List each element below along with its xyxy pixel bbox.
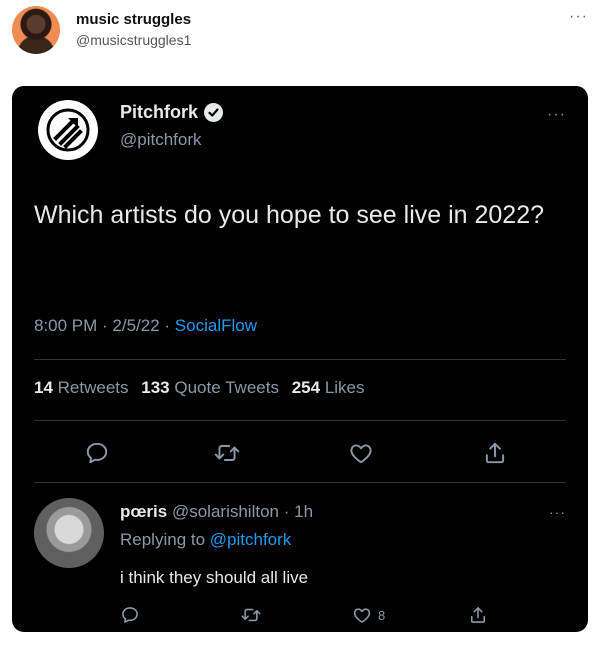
retweet-button[interactable] — [240, 602, 262, 628]
divider — [34, 482, 566, 483]
reply-button[interactable] — [120, 602, 140, 628]
replying-to-prefix: Replying to — [120, 530, 210, 549]
tweet-stats: 14 Retweets 133 Quote Tweets 254 Likes — [34, 378, 373, 398]
reply-header: pœris @solarishilton · 1h — [120, 502, 313, 522]
meta-separator: · — [97, 316, 113, 335]
verified-badge-icon — [204, 103, 224, 122]
tweet-source-link[interactable]: SocialFlow — [175, 316, 257, 335]
share-icon — [485, 442, 505, 464]
meta-separator: · — [159, 316, 175, 335]
quoted-tweet-card: Pitchfork @pitchfork ··· Which artists d… — [12, 86, 588, 632]
tweet-action-bar — [12, 438, 588, 468]
pitchfork-handle[interactable]: @pitchfork — [120, 130, 202, 150]
retweet-icon — [214, 445, 240, 461]
likes-count: 254 — [291, 378, 321, 397]
tweet-time[interactable]: 8:00 PM — [34, 316, 97, 335]
quotes-count: 133 — [141, 378, 170, 397]
reply-avatar[interactable] — [34, 498, 104, 568]
likes-stat[interactable]: 254 Likes — [292, 378, 365, 397]
more-options-icon[interactable]: ··· — [569, 8, 588, 26]
retweet-button[interactable] — [212, 438, 242, 468]
reply-icon — [86, 442, 108, 464]
pitchfork-logo-icon — [46, 108, 90, 152]
pitchfork-display-name[interactable]: Pitchfork — [120, 102, 224, 123]
quotes-label: Quote Tweets — [174, 378, 279, 397]
like-count: 8 — [378, 607, 386, 623]
avatar[interactable] — [12, 6, 60, 54]
outer-tweet-header: music struggles @musicstruggles1 ··· — [0, 0, 600, 80]
heart-icon — [353, 608, 371, 623]
likes-label: Likes — [324, 378, 365, 397]
divider — [34, 359, 566, 360]
display-name-text: Pitchfork — [120, 102, 199, 122]
mention-link[interactable]: @pitchfork — [210, 530, 292, 549]
quote-tweets-stat[interactable]: 133 Quote Tweets — [141, 378, 279, 397]
divider — [34, 420, 566, 421]
retweets-label: Retweets — [57, 378, 129, 397]
more-options-icon[interactable]: ··· — [549, 504, 566, 520]
retweets-stat[interactable]: 14 Retweets — [34, 378, 129, 397]
heart-icon — [350, 444, 372, 464]
tweet-metadata: 8:00 PM · 2/5/22 · SocialFlow — [34, 316, 257, 336]
share-button[interactable] — [468, 602, 488, 628]
retweet-icon — [241, 608, 261, 622]
retweets-count: 14 — [34, 378, 53, 397]
share-icon — [470, 607, 486, 623]
reply-display-name[interactable]: pœris — [120, 502, 167, 521]
reply-handle[interactable]: @solarishilton — [172, 502, 279, 521]
outer-display-name[interactable]: music struggles — [76, 11, 191, 28]
reply-action-bar: 8 — [12, 602, 588, 628]
like-button[interactable] — [346, 438, 376, 468]
reply-text: i think they should all live — [120, 568, 309, 587]
more-options-icon[interactable]: ··· — [547, 106, 566, 124]
replying-to-line: Replying to @pitchfork — [120, 530, 291, 550]
reply-button[interactable] — [82, 438, 112, 468]
share-button[interactable] — [480, 438, 510, 468]
tweet-date[interactable]: 2/5/22 — [112, 316, 159, 335]
pitchfork-logo-avatar[interactable] — [38, 100, 98, 160]
reply-icon — [122, 607, 138, 623]
reply-time[interactable]: · 1h — [284, 502, 313, 521]
outer-handle[interactable]: @musicstruggles1 — [76, 32, 191, 48]
tweet-text: Which artists do you hope to see live in… — [34, 201, 545, 229]
like-button[interactable]: 8 — [352, 602, 385, 628]
